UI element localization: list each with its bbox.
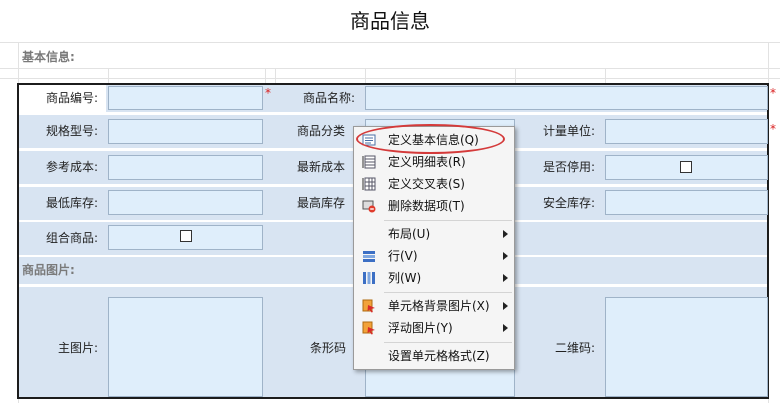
label-unit: 计量单位:: [542, 124, 595, 138]
label-latest-cost: 最新成本: [297, 160, 346, 174]
safe-stock-input[interactable]: [605, 190, 768, 215]
background-image-icon: [362, 299, 375, 313]
rows-icon: [363, 251, 375, 262]
unit-input[interactable]: [605, 119, 768, 144]
menu-item-columns[interactable]: 列(W): [356, 267, 514, 289]
menu-item-label: 浮动图片(Y): [388, 321, 453, 335]
code-input[interactable]: [108, 86, 263, 110]
menu-item-define-cross-table[interactable]: 定义交叉表(S): [356, 173, 514, 195]
label-category: 商品分类: [297, 124, 346, 138]
name-input[interactable]: [365, 86, 768, 110]
spec-input[interactable]: [108, 119, 263, 144]
submenu-arrow-icon: [503, 274, 508, 282]
menu-item-label: 单元格背景图片(X): [388, 299, 490, 313]
menu-item-format-cells[interactable]: 设置单元格格式(Z): [356, 345, 514, 367]
menu-item-delete-data-item[interactable]: 删除数据项(T): [356, 195, 514, 217]
highlight-annotation: [356, 124, 505, 154]
menu-item-label: 删除数据项(T): [388, 199, 465, 213]
submenu-arrow-icon: [503, 252, 508, 260]
label-spec: 规格型号:: [45, 124, 98, 138]
menu-item-layout[interactable]: 布局(U): [356, 223, 514, 245]
menu-item-label: 列(W): [388, 271, 422, 285]
grid-line: [0, 68, 780, 69]
page-title: 商品信息: [350, 9, 430, 33]
combo-checkbox[interactable]: [180, 230, 192, 242]
detail-table-icon: [362, 155, 376, 169]
menu-item-rows[interactable]: 行(V): [356, 245, 514, 267]
label-combo: 组合商品:: [45, 231, 98, 245]
submenu-arrow-icon: [503, 230, 508, 238]
label-max-stock: 最高库存: [297, 196, 346, 210]
grid-line: [365, 68, 366, 84]
label-barcode: 条形码: [310, 341, 347, 355]
float-image-icon: [362, 321, 375, 335]
label-qrcode: 二维码:: [554, 341, 595, 355]
min-stock-input[interactable]: [108, 190, 263, 215]
label-safe-stock: 安全库存:: [542, 196, 595, 210]
menu-item-label: 定义明细表(R): [388, 155, 466, 169]
submenu-arrow-icon: [503, 302, 508, 310]
menu-separator: [384, 292, 512, 293]
label-main-image: 主图片:: [57, 341, 98, 355]
section-images: 商品图片:: [22, 263, 75, 277]
main-image-box[interactable]: [108, 297, 263, 397]
required-mark: *: [770, 122, 776, 136]
context-menu: 定义基本信息(Q) 定义明细表(R) 定义交叉表(S) 删除数据项(T) 布局(…: [353, 126, 515, 370]
menu-separator: [384, 342, 512, 343]
label-code: 商品编号:: [45, 91, 98, 105]
grid-line: [0, 42, 780, 43]
menu-item-label: 布局(U): [388, 227, 431, 241]
qrcode-box[interactable]: [605, 297, 768, 397]
grid-line: [515, 68, 516, 84]
cross-table-icon: [362, 177, 376, 191]
label-ref-cost: 参考成本:: [45, 160, 98, 174]
menu-separator: [384, 220, 512, 221]
label-name: 商品名称:: [302, 91, 355, 105]
delete-item-icon: [362, 200, 376, 213]
menu-item-label: 设置单元格格式(Z): [388, 349, 490, 363]
columns-icon: [363, 272, 375, 284]
disabled-checkbox[interactable]: [680, 161, 692, 173]
ref-cost-input[interactable]: [108, 155, 263, 180]
required-mark: *: [265, 86, 271, 100]
submenu-arrow-icon: [503, 324, 508, 332]
section-basic-info: 基本信息:: [22, 50, 75, 64]
menu-item-cell-background-image[interactable]: 单元格背景图片(X): [356, 295, 514, 317]
label-min-stock: 最低库存:: [45, 196, 98, 210]
menu-item-define-detail-table[interactable]: 定义明细表(R): [356, 151, 514, 173]
grid-line: [275, 68, 276, 84]
menu-item-label: 定义交叉表(S): [388, 177, 465, 191]
menu-item-float-image[interactable]: 浮动图片(Y): [356, 317, 514, 339]
menu-item-label: 行(V): [388, 249, 418, 263]
required-mark: *: [770, 86, 776, 100]
grid-line: [0, 78, 780, 79]
grid-line: [265, 68, 266, 84]
grid-line: [605, 68, 606, 84]
grid-line: [108, 68, 109, 84]
label-disabled: 是否停用:: [542, 160, 595, 174]
